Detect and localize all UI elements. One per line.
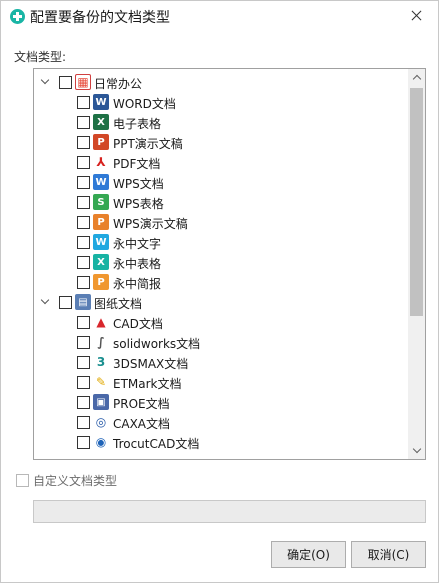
chevron-down-icon[interactable] [40,77,50,87]
ok-button[interactable]: 确定(O) [271,541,346,568]
group-label: 日常办公 [94,77,143,91]
item-checkbox[interactable] [77,156,90,169]
chevron-down-icon[interactable] [40,297,50,307]
custom-type-checkbox[interactable] [16,474,29,487]
custom-type-option[interactable]: 自定义文档类型 [16,471,216,489]
group-checkbox[interactable] [59,76,72,89]
word-icon: W [93,94,109,110]
trocutcad-icon: ◉ [93,434,109,450]
tree-item-row[interactable]: ▣ PROE文档 [34,392,408,412]
autocad-icon: ▲ [93,314,109,330]
scroll-thumb[interactable] [410,88,423,316]
group-label: 图纸文档 [94,297,143,311]
excel-icon: X [93,114,109,130]
yozo-writer-icon: W [93,234,109,250]
item-label: CAD文档 [113,317,163,331]
item-label: CAXA文档 [113,417,171,431]
item-checkbox[interactable] [77,136,90,149]
item-checkbox[interactable] [77,96,90,109]
item-label: solidworks文档 [113,337,201,351]
dialog-title: 配置要备份的文档类型 [30,10,170,26]
item-checkbox[interactable] [77,116,90,129]
proe-icon: ▣ [93,394,109,410]
pdf-icon: ⅄ [93,154,109,170]
wps-writer-icon: W [93,174,109,190]
tree-item-row[interactable]: ✎ ETMark文档 [34,372,408,392]
tree-item-row[interactable]: W 永中文字 [34,232,408,252]
tree-group-row[interactable]: ▦ 日常办公 [34,72,408,92]
yozo-sheet-icon: X [93,254,109,270]
item-checkbox[interactable] [77,436,90,449]
scroll-up-arrow-icon[interactable] [408,69,425,86]
item-label: TrocutCAD文档 [113,437,200,451]
item-label: 永中文字 [113,237,162,251]
title-bar: 配置要备份的文档类型 [1,1,438,32]
etmark-icon: ✎ [93,374,109,390]
item-checkbox[interactable] [77,196,90,209]
tree-item-row[interactable]: P PPT演示文稿 [34,132,408,152]
ppt-icon: P [93,134,109,150]
backup-doc-type-dialog: 配置要备份的文档类型 文档类型: ▦ 日常办公 W WORD文档 X 电子表格 P PPT演示… [0,0,439,583]
item-checkbox[interactable] [77,316,90,329]
item-label: 永中表格 [113,257,162,271]
item-label: WORD文档 [113,97,176,111]
app-logo-icon [10,9,25,24]
tree-item-row[interactable]: S WPS表格 [34,192,408,212]
item-checkbox[interactable] [77,396,90,409]
item-checkbox[interactable] [77,416,90,429]
solidworks-icon: ∫ [93,334,109,350]
item-checkbox[interactable] [77,236,90,249]
custom-type-input[interactable] [33,500,426,523]
tree-item-row[interactable]: ◎ CAXA文档 [34,412,408,432]
tree-item-row[interactable]: ◉ TrocutCAD文档 [34,432,408,452]
item-checkbox[interactable] [77,256,90,269]
tree-item-row[interactable]: 3 3DSMAX文档 [34,352,408,372]
caxa-icon: ◎ [93,414,109,430]
tree-item-row[interactable]: ⅄ PDF文档 [34,152,408,172]
tree-item-row[interactable]: ▲ CAD文档 [34,312,408,332]
item-label: PPT演示文稿 [113,137,183,151]
yozo-presentation-icon: P [93,274,109,290]
item-checkbox[interactable] [77,176,90,189]
tree-item-row[interactable]: X 电子表格 [34,112,408,132]
item-label: 电子表格 [113,117,162,131]
tree-item-row[interactable]: X 永中表格 [34,252,408,272]
item-checkbox[interactable] [77,276,90,289]
wps-sheet-icon: S [93,194,109,210]
item-label: ETMark文档 [113,377,182,391]
tree-item-row[interactable]: W WORD文档 [34,92,408,112]
doc-type-tree[interactable]: ▦ 日常办公 W WORD文档 X 电子表格 P PPT演示文稿 ⅄ PDF文档 W WPS文档 S WP… [33,68,426,460]
custom-type-label: 自定义文档类型 [33,474,118,488]
item-checkbox[interactable] [77,356,90,369]
item-label: WPS表格 [113,197,164,211]
item-checkbox[interactable] [77,376,90,389]
item-label: 3DSMAX文档 [113,357,189,371]
item-label: PROE文档 [113,397,170,411]
cancel-button[interactable]: 取消(C) [351,541,426,568]
item-label: 永中简报 [113,277,162,291]
item-label: WPS演示文稿 [113,217,188,231]
doc-type-label: 文档类型: [14,50,67,64]
scroll-down-arrow-icon[interactable] [408,442,425,459]
close-button[interactable] [401,3,431,29]
item-label: PDF文档 [113,157,161,171]
tree-scrollbar[interactable] [408,69,425,459]
item-label: WPS文档 [113,177,164,191]
item-checkbox[interactable] [77,336,90,349]
tree-item-row[interactable]: ∫ solidworks文档 [34,332,408,352]
tree-item-row[interactable]: P WPS演示文稿 [34,212,408,232]
group-checkbox[interactable] [59,296,72,309]
tree-item-row[interactable]: W WPS文档 [34,172,408,192]
office-folder-icon: ▦ [75,74,91,90]
wps-presentation-icon: P [93,214,109,230]
3dsmax-icon: 3 [93,354,109,370]
drawing-folder-icon: ▤ [75,294,91,310]
tree-item-row[interactable]: P 永中简报 [34,272,408,292]
item-checkbox[interactable] [77,216,90,229]
tree-group-row[interactable]: ▤ 图纸文档 [34,292,408,312]
